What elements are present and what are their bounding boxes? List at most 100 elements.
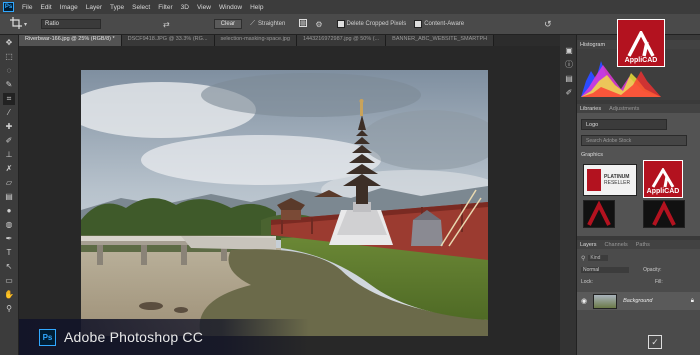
applicad-a-icon [652, 200, 676, 226]
library-select[interactable]: Logo [581, 119, 667, 130]
properties-panel-icon[interactable]: ▤ [563, 73, 575, 85]
chevron-down-icon[interactable]: ▾ [24, 21, 27, 28]
quick-select-tool-icon[interactable]: ✎ [3, 79, 15, 91]
blur-tool-icon[interactable]: ● [3, 205, 15, 217]
hand-tool-icon[interactable]: ✋ [3, 289, 15, 301]
eyedropper-tool-icon[interactable]: ⁄ [3, 107, 15, 119]
move-tool-icon[interactable]: ✥ [3, 37, 15, 49]
ratio-select[interactable]: Ratio [41, 19, 102, 29]
brush-panel-icon[interactable]: ✐ [563, 87, 575, 99]
document-tabs: Riverbwar-166.jpg @ 25% (RGB/8) * DSCF94… [19, 35, 560, 46]
lasso-tool-icon[interactable]: ◌ [3, 65, 15, 77]
eraser-tool-icon[interactable]: ▱ [3, 177, 15, 189]
applicad-library-text: AppliCAD [646, 188, 680, 195]
tab-layers[interactable]: Layers [580, 242, 597, 248]
applicad-a-icon [627, 31, 655, 57]
gradient-tool-icon[interactable]: ▤ [3, 191, 15, 203]
pagoda-landscape-photo [81, 70, 488, 336]
menu-type[interactable]: Type [106, 4, 128, 11]
libraries-panel: Libraries Adjustments Logo Search Adobe … [577, 104, 700, 236]
layers-panel: Layers Channels Paths ⚲ Kind Normal Opac… [577, 240, 700, 355]
product-banner: Ps Adobe Photoshop CC [19, 319, 309, 355]
crop-tool-icon[interactable]: ⌗ [3, 93, 15, 105]
search-icon: ⚲ [581, 255, 586, 262]
path-selection-tool-icon[interactable]: ↖ [3, 261, 15, 273]
tab-adjustments[interactable]: Adjustments [609, 106, 639, 112]
menu-view[interactable]: View [193, 4, 215, 11]
crop-tool-icon[interactable] [10, 17, 22, 31]
brush-tool-icon[interactable]: ✐ [3, 135, 15, 147]
options-bar: ▾ Ratio ⇄ Clear ⟋ Straighten ⚙ Delete Cr… [0, 14, 700, 35]
menu-file[interactable]: File [18, 4, 36, 11]
tab-document-5[interactable]: BANNER_ABC_WEBSITE_SMARTPH [386, 35, 495, 46]
layers-header: Layers Channels Paths [577, 240, 700, 249]
applicad-graphic-small-2[interactable] [643, 200, 685, 228]
menu-edit[interactable]: Edit [36, 4, 55, 11]
applicad-library-logo[interactable]: AppliCAD [643, 160, 683, 198]
layer-name[interactable]: Background [623, 298, 652, 304]
canvas-area[interactable] [19, 46, 560, 355]
filter-kind-select[interactable]: Kind [588, 255, 609, 261]
pen-tool-icon[interactable]: ✒ [3, 233, 15, 245]
tab-document-1[interactable]: Riverbwar-166.jpg @ 25% (RGB/8) * [19, 35, 122, 46]
content-aware-checkbox[interactable] [414, 20, 423, 28]
tab-document-4[interactable]: 1443216972987.jpg @ 50% (... [296, 35, 387, 46]
menu-select[interactable]: Select [128, 4, 154, 11]
search-placeholder: Search Adobe Stock [586, 137, 632, 144]
lock-row: Lock: Fill: [577, 276, 700, 288]
tab-libraries[interactable]: Libraries [580, 106, 601, 112]
reset-icon[interactable]: ↺ [544, 19, 552, 30]
history-brush-tool-icon[interactable]: ✗ [3, 163, 15, 175]
applicad-watermark-text: AppliCAD [624, 57, 658, 64]
layer-row[interactable]: ◉ Background 🔒︎ [577, 292, 700, 310]
tab-paths[interactable]: Paths [636, 242, 650, 248]
lock-icon: 🔒︎ [690, 297, 694, 304]
menu-filter[interactable]: Filter [154, 4, 176, 11]
healing-brush-tool-icon[interactable]: ✚ [3, 121, 15, 133]
grid-overlay-icon[interactable] [299, 19, 308, 29]
opacity-label: Opacity: [643, 267, 662, 273]
layer-filter-row: ⚲ Kind [577, 252, 700, 264]
menu-help[interactable]: Help [246, 4, 267, 11]
histogram-tab[interactable]: Histogram [580, 42, 605, 48]
applicad-watermark-logo: AppliCAD [617, 19, 665, 67]
photoshop-logo: Ps [3, 2, 14, 12]
info-panel-icon[interactable]: ⓘ [563, 59, 575, 71]
lock-label: Lock: [581, 279, 593, 285]
menu-image[interactable]: Image [56, 4, 82, 11]
tab-document-2[interactable]: DSCF9418.JPG @ 33.3% (RG... [121, 35, 215, 46]
straighten-icon[interactable]: ⟋ [250, 20, 255, 28]
library-name: Logo [586, 121, 599, 128]
content-aware-label: Content-Aware [424, 21, 465, 27]
rectangle-tool-icon[interactable]: ▭ [3, 275, 15, 287]
zoom-tool-icon[interactable]: ⚲ [3, 303, 15, 315]
straighten-label[interactable]: Straighten [258, 21, 285, 27]
delete-cropped-checkbox[interactable] [336, 20, 345, 28]
menu-layer[interactable]: Layer [82, 4, 106, 11]
tab-channels[interactable]: Channels [605, 242, 628, 248]
applicad-graphic-small-1[interactable] [583, 200, 615, 228]
menu-3d[interactable]: 3D [177, 4, 193, 11]
checkmark-icon: ✓ [648, 335, 662, 349]
photoshop-badge-icon: Ps [39, 328, 56, 346]
clone-stamp-tool-icon[interactable]: ⊥ [3, 149, 15, 161]
layer-thumbnail [593, 293, 618, 309]
swap-icon[interactable]: ⇄ [163, 20, 170, 29]
menu-window[interactable]: Window [215, 4, 246, 11]
clear-button[interactable]: Clear [213, 19, 243, 29]
document-image[interactable] [81, 70, 488, 336]
blend-mode-select[interactable]: Normal [581, 267, 630, 273]
stock-search-input[interactable]: Search Adobe Stock [581, 135, 687, 146]
gear-icon[interactable]: ⚙ [315, 20, 322, 29]
marquee-tool-icon[interactable]: ⬚ [3, 51, 15, 63]
platinum-reseller-graphic[interactable]: PLATINUM RESELLER [583, 164, 637, 196]
tab-document-3[interactable]: selection-masking-space.jpg [214, 35, 297, 46]
type-tool-icon[interactable]: T [3, 247, 15, 259]
graphics-grid: PLATINUM RESELLER AppliCAD [577, 158, 700, 228]
blend-row: Normal Opacity: [577, 264, 700, 276]
dodge-tool-icon[interactable]: ◍ [3, 219, 15, 231]
applicad-a-icon [651, 168, 675, 188]
eye-icon[interactable]: ◉ [581, 297, 587, 305]
fill-label: Fill: [654, 279, 663, 285]
history-panel-icon[interactable]: ▣ [563, 45, 575, 57]
